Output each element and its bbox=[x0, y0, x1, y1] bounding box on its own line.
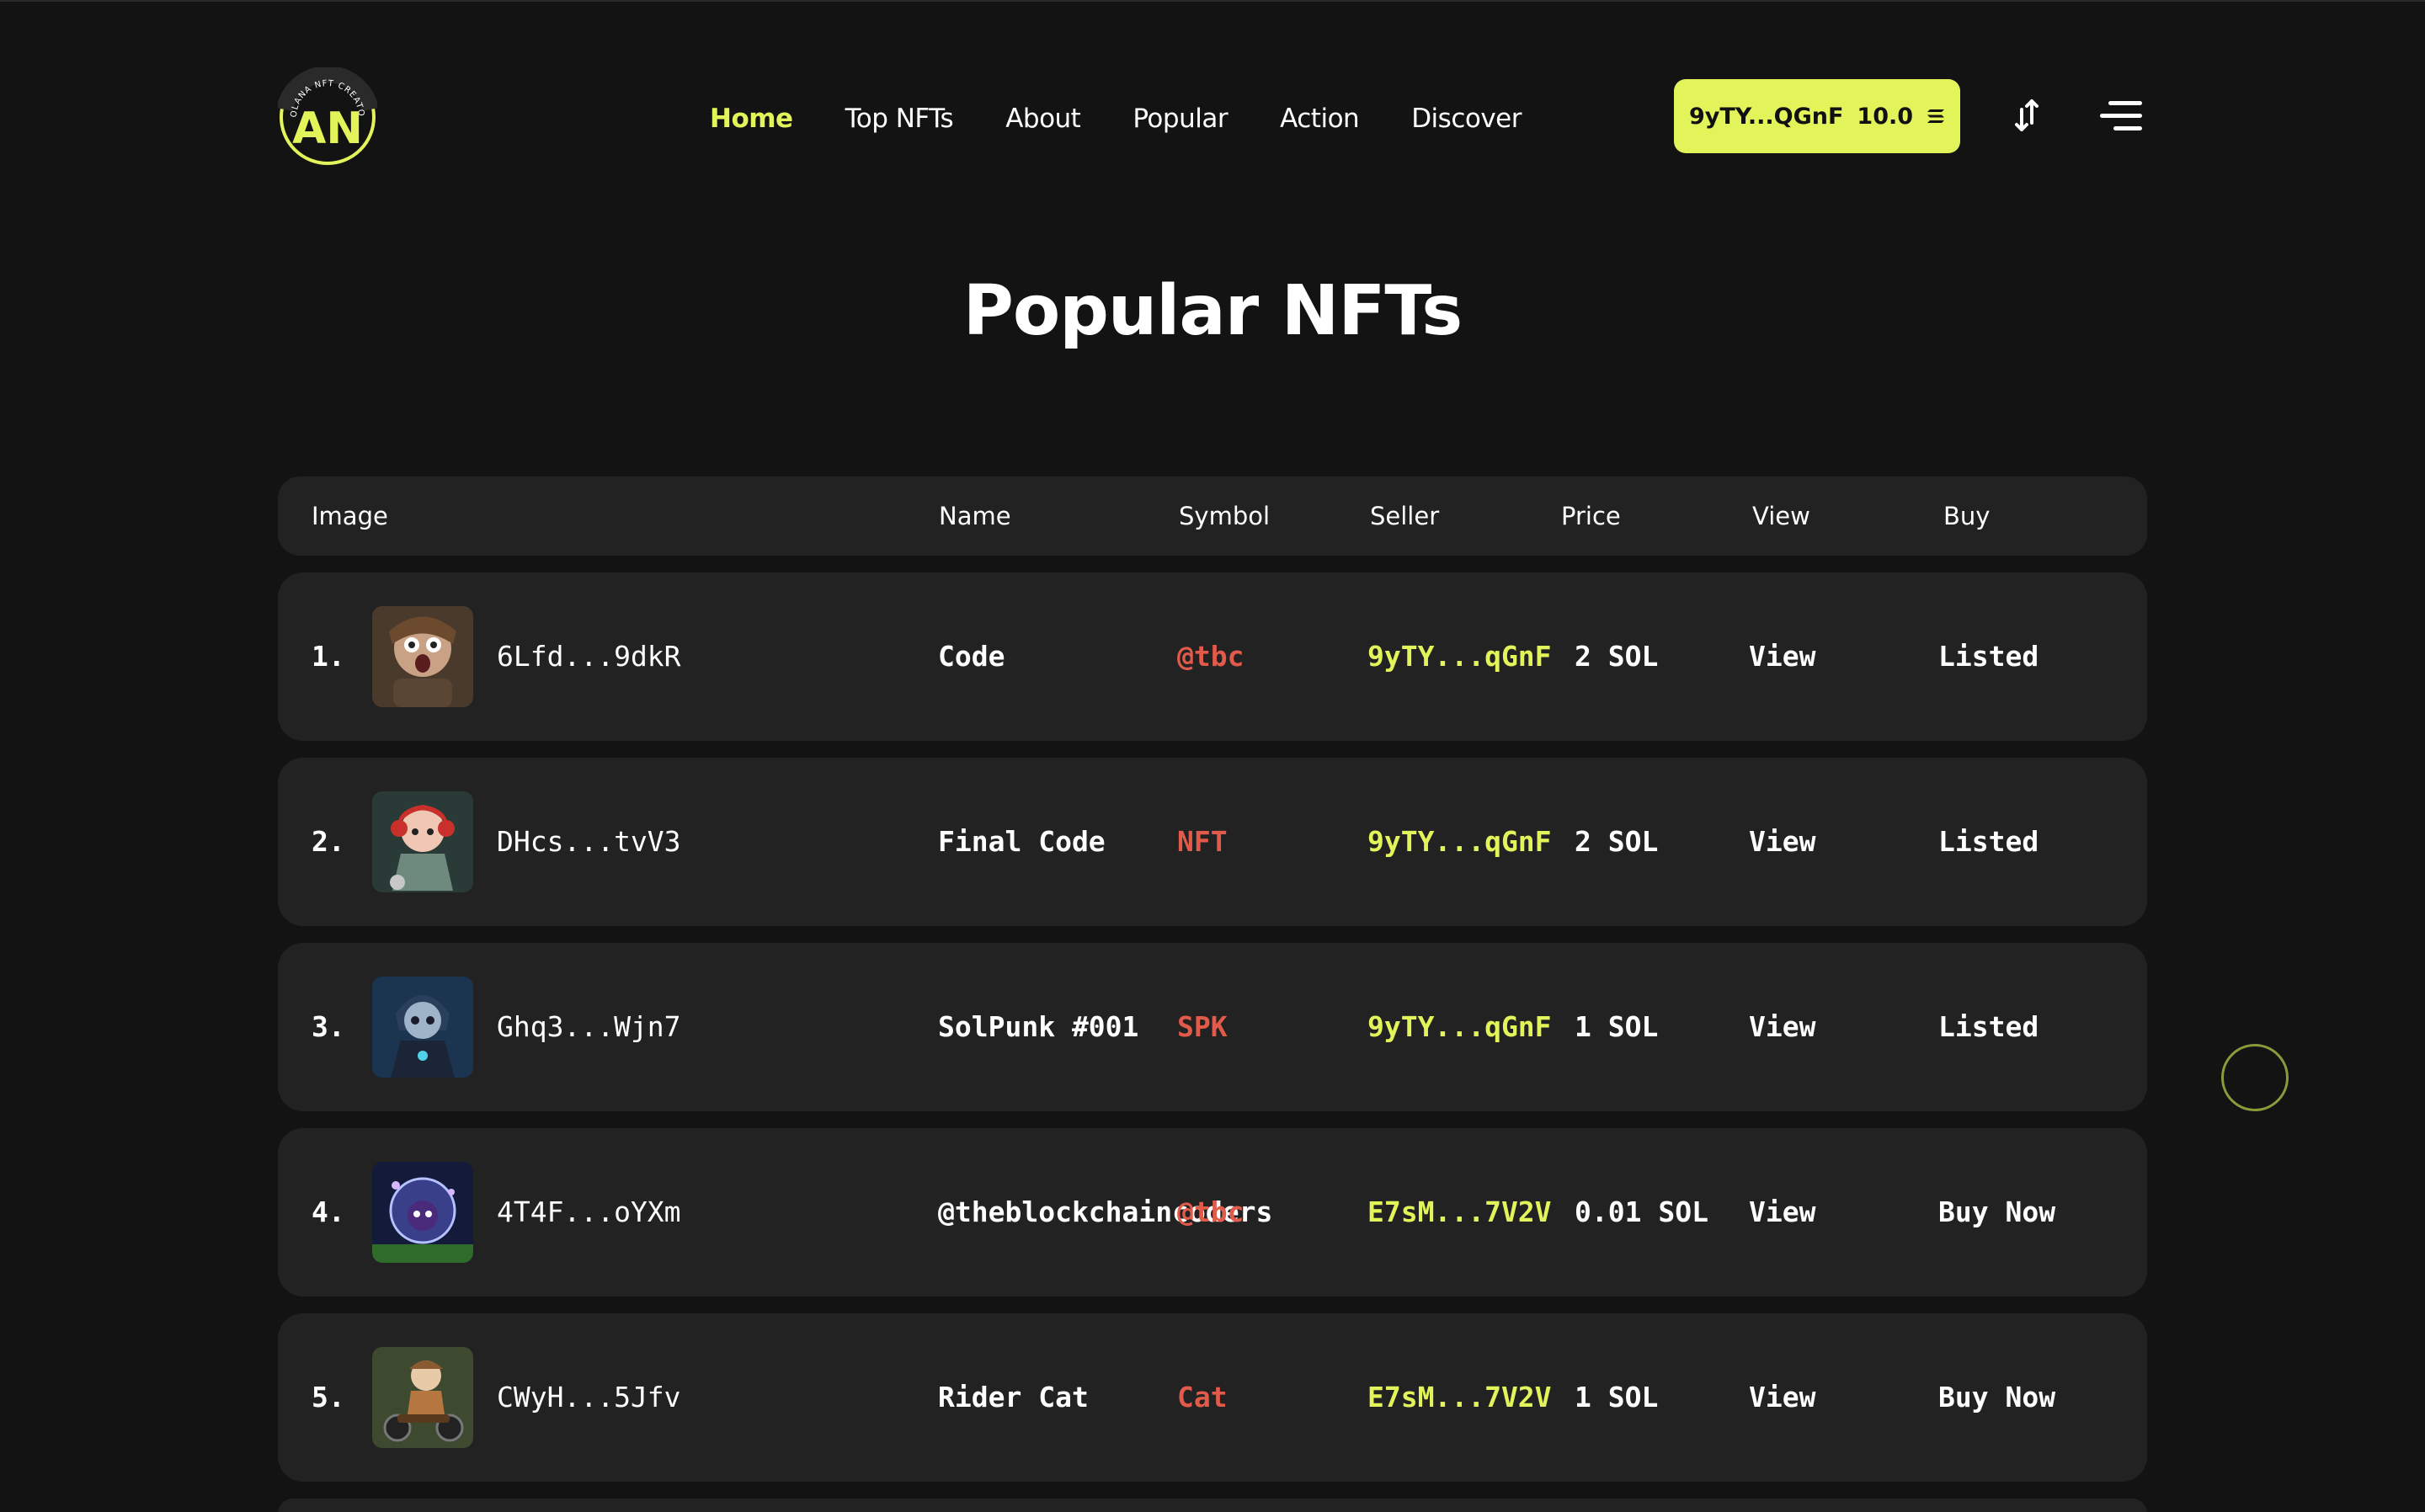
main-nav: Home Top NFTs About Popular Action Disco… bbox=[710, 101, 1522, 136]
nft-thumbnail[interactable] bbox=[372, 606, 473, 707]
nft-symbol: @tbc bbox=[1177, 640, 1244, 673]
nav-popular[interactable]: Popular bbox=[1133, 104, 1228, 134]
nft-price: 2 SOL bbox=[1575, 825, 1659, 858]
nft-name: Final Code bbox=[938, 825, 1106, 858]
nft-name: Rider Cat bbox=[938, 1381, 1089, 1414]
nft-name: Code bbox=[938, 640, 1005, 673]
row-index: 1. bbox=[312, 640, 345, 673]
nav-about[interactable]: About bbox=[1005, 104, 1081, 134]
logo-mark: AN bbox=[292, 104, 363, 154]
buy-status[interactable]: Listed bbox=[1938, 943, 2039, 1111]
nav-home[interactable]: Home bbox=[710, 104, 793, 134]
row-index: 3. bbox=[312, 1010, 345, 1043]
table-header: Image Name Symbol Seller Price View Buy bbox=[278, 476, 2147, 556]
view-link[interactable]: View bbox=[1749, 1313, 1815, 1482]
buy-status[interactable]: Buy Now bbox=[1938, 1128, 2055, 1296]
sort-icon[interactable] bbox=[2014, 96, 2039, 135]
page: SOLANA NFT CREATOR AN Home Top NFTs Abou… bbox=[0, 0, 2425, 1512]
table-row[interactable]: 2. DHcs...tvV3 Final Code NFT 9yTY...qGn… bbox=[278, 758, 2147, 926]
table-row[interactable]: 5. CWyH...5Jfv Rider Cat Cat E7sM...7V2V… bbox=[278, 1313, 2147, 1482]
header-name: Name bbox=[939, 502, 1011, 530]
seller-address[interactable]: 9yTY...qGnF bbox=[1367, 572, 1552, 741]
logo-icon[interactable]: SOLANA NFT CREATOR AN bbox=[274, 61, 379, 167]
mint-address: 6Lfd...9dkR bbox=[497, 640, 681, 673]
seller-address[interactable]: 9yTY...qGnF bbox=[1367, 943, 1552, 1111]
wallet-button[interactable]: 9yTY...QGnF 10.0 bbox=[1674, 79, 1960, 153]
buy-status[interactable]: Listed bbox=[1938, 758, 2039, 926]
row-index: 2. bbox=[312, 825, 345, 858]
solana-icon bbox=[1927, 109, 1945, 124]
hamburger-menu-icon[interactable] bbox=[2100, 99, 2144, 133]
nft-symbol: SPK bbox=[1177, 1010, 1228, 1043]
nav-discover[interactable]: Discover bbox=[1411, 104, 1522, 134]
seller-address[interactable]: 9yTY...qGnF bbox=[1367, 758, 1552, 926]
nft-thumbnail[interactable] bbox=[372, 1347, 473, 1448]
nft-name: SolPunk #001 bbox=[938, 1010, 1139, 1043]
nft-thumbnail[interactable] bbox=[372, 791, 473, 892]
nft-price: 0.01 SOL bbox=[1575, 1195, 1708, 1228]
buy-status[interactable]: Listed bbox=[1938, 572, 2039, 741]
mint-address: DHcs...tvV3 bbox=[497, 825, 681, 858]
wallet-address: 9yTY...QGnF bbox=[1688, 103, 1844, 130]
header-seller: Seller bbox=[1370, 502, 1440, 530]
header-symbol: Symbol bbox=[1179, 502, 1271, 530]
nft-symbol: Cat bbox=[1177, 1381, 1228, 1414]
table-row-partial bbox=[278, 1499, 2147, 1512]
nft-symbol: @tbc bbox=[1177, 1195, 1244, 1228]
nav-action[interactable]: Action bbox=[1280, 104, 1360, 134]
view-link[interactable]: View bbox=[1749, 758, 1815, 926]
nft-thumbnail[interactable] bbox=[372, 1162, 473, 1263]
row-index: 4. bbox=[312, 1195, 345, 1228]
table-row[interactable]: 4. 4T4F...oYXm @theblockchaincoders @tbc… bbox=[278, 1128, 2147, 1296]
table-row[interactable]: 1. 6Lfd...9dkR Code @tbc 9yTY...qGnF 2 S… bbox=[278, 572, 2147, 741]
seller-address[interactable]: E7sM...7V2V bbox=[1367, 1128, 1552, 1296]
wallet-balance: 10.0 bbox=[1857, 103, 1914, 130]
nav-top-nfts[interactable]: Top NFTs bbox=[845, 104, 954, 134]
view-link[interactable]: View bbox=[1749, 572, 1815, 741]
header-view: View bbox=[1752, 502, 1810, 530]
nft-price: 1 SOL bbox=[1575, 1010, 1659, 1043]
nft-price: 1 SOL bbox=[1575, 1381, 1659, 1414]
cursor-circle bbox=[2221, 1044, 2289, 1111]
page-title: Popular NFTs bbox=[962, 271, 1463, 351]
row-index: 5. bbox=[312, 1381, 345, 1414]
table-row[interactable]: 3. Ghq3...Wjn7 SolPunk #001 SPK 9yTY...q… bbox=[278, 943, 2147, 1111]
view-link[interactable]: View bbox=[1749, 943, 1815, 1111]
mint-address: CWyH...5Jfv bbox=[497, 1381, 681, 1414]
buy-status[interactable]: Buy Now bbox=[1938, 1313, 2055, 1482]
header-price: Price bbox=[1561, 502, 1621, 530]
mint-address: Ghq3...Wjn7 bbox=[497, 1010, 681, 1043]
header-buy: Buy bbox=[1943, 502, 1991, 530]
nft-price: 2 SOL bbox=[1575, 640, 1659, 673]
nft-thumbnail[interactable] bbox=[372, 977, 473, 1078]
mint-address: 4T4F...oYXm bbox=[497, 1195, 681, 1228]
header-image: Image bbox=[312, 502, 388, 530]
seller-address[interactable]: E7sM...7V2V bbox=[1367, 1313, 1552, 1482]
nft-symbol: NFT bbox=[1177, 825, 1228, 858]
view-link[interactable]: View bbox=[1749, 1128, 1815, 1296]
